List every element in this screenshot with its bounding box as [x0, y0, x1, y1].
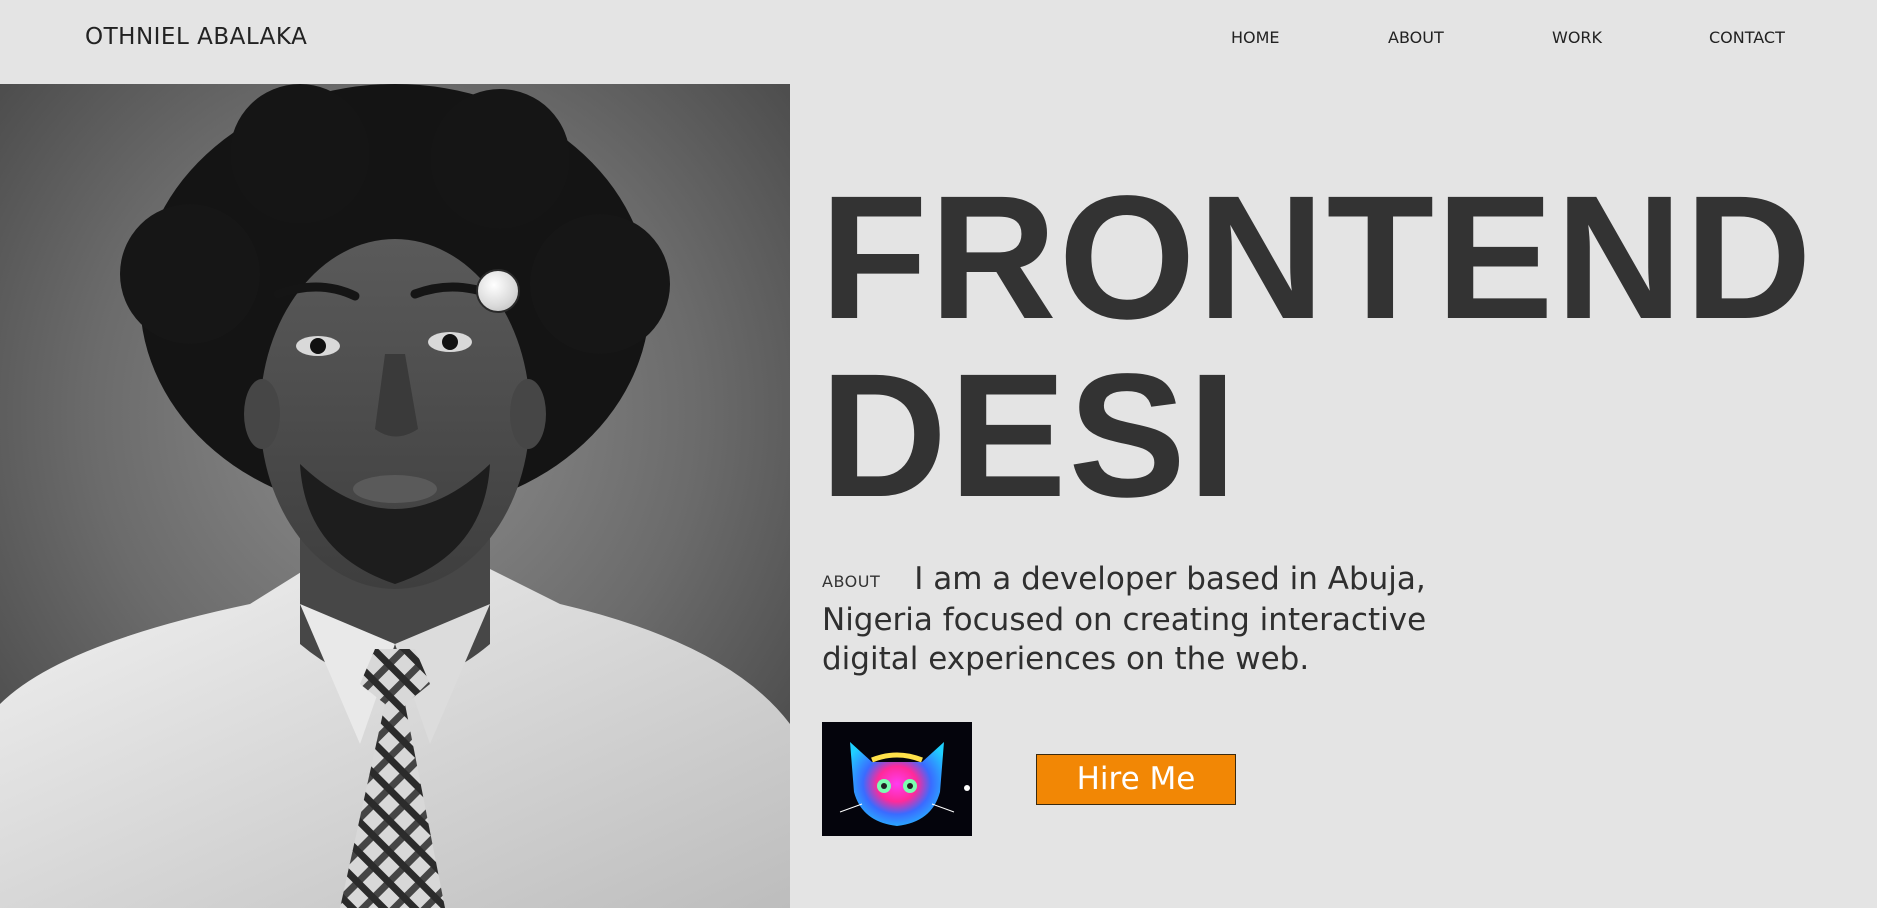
about-section: ABOUT I am a developer based in Abuja, Ni… — [822, 560, 1522, 679]
about-label: ABOUT — [822, 572, 881, 591]
nav-contact[interactable]: CONTACT — [1709, 28, 1785, 47]
site-header: OTHNIEL ABALAKA HOME ABOUT WORK CONTACT — [0, 0, 1877, 84]
nav-home[interactable]: HOME — [1231, 28, 1280, 47]
headline-line-2: DESI — [820, 338, 1239, 534]
cursor-indicator — [476, 269, 520, 313]
portrait-photo — [0, 84, 790, 908]
cat-thumbnail-art — [822, 722, 972, 836]
headline-line-1: FRONTEND — [820, 160, 1814, 356]
nav-about[interactable]: ABOUT — [1388, 28, 1444, 47]
portrait-illustration — [0, 84, 790, 908]
nav-work[interactable]: WORK — [1552, 28, 1602, 47]
cat-thumbnail-image[interactable] — [822, 722, 972, 836]
hire-me-button[interactable]: Hire Me — [1036, 754, 1236, 805]
about-text: I am a developer based in Abuja, Nigeria… — [822, 561, 1427, 677]
brand-logo-text[interactable]: OTHNIEL ABALAKA — [85, 24, 307, 50]
